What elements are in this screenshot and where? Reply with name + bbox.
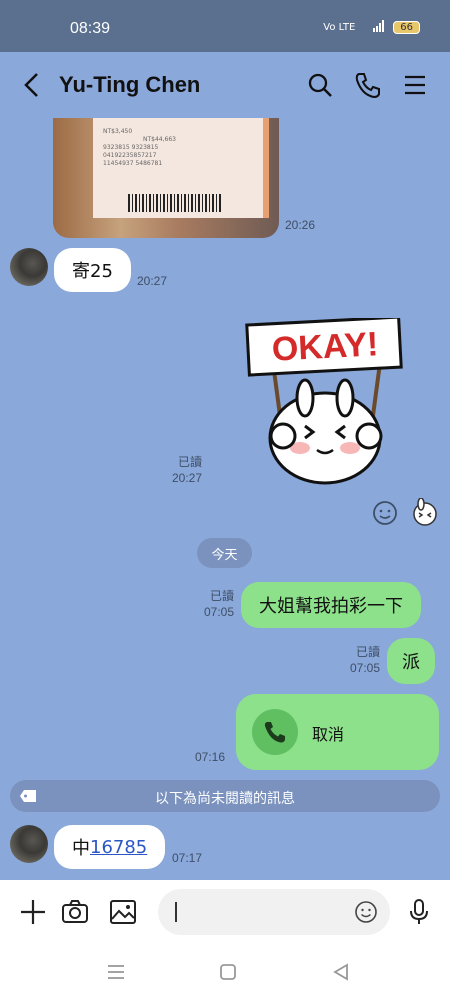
- microphone-icon: [410, 899, 428, 924]
- text-caret: [175, 902, 177, 922]
- smile-icon: [373, 501, 397, 525]
- voice-button[interactable]: [404, 897, 434, 927]
- sticker-icon: [413, 497, 437, 526]
- system-nav-bar: [0, 944, 450, 1000]
- call-button[interactable]: [352, 70, 382, 100]
- signal-icon: [363, 20, 385, 35]
- photo-message[interactable]: NT$3,450 NT$44,663 9323815 9323815 04192…: [53, 118, 279, 238]
- okay-sticker[interactable]: OKAY!: [245, 315, 405, 488]
- message-time: 20:27: [137, 274, 168, 288]
- sticker-shortcut-button[interactable]: [410, 497, 440, 528]
- outgoing-message[interactable]: 大姐幫我拍彩一下: [241, 582, 421, 628]
- message-time: 20:26: [285, 218, 316, 232]
- chevron-left-icon: [24, 73, 38, 97]
- square-icon: [220, 964, 236, 980]
- phone-number-link[interactable]: 16785: [90, 837, 147, 858]
- svg-text:OKAY!: OKAY!: [271, 325, 379, 369]
- gallery-button[interactable]: [108, 897, 138, 927]
- camera-icon: [62, 900, 88, 923]
- call-message[interactable]: 取消: [236, 694, 439, 770]
- status-bar: 08:39 Vo LTE 66: [0, 0, 450, 52]
- status-time: 08:39: [70, 20, 111, 37]
- phone-icon: [355, 73, 380, 99]
- chat-title: Yu-Ting Chen: [59, 72, 201, 97]
- home-button[interactable]: [217, 962, 239, 982]
- add-button[interactable]: [18, 897, 48, 927]
- search-button[interactable]: [305, 70, 335, 100]
- date-divider: 今天: [197, 538, 252, 568]
- back-nav-button[interactable]: [330, 962, 352, 982]
- search-icon: [308, 73, 332, 97]
- chat-header: Yu-Ting Chen: [0, 52, 450, 118]
- read-receipt: 已讀 20:27: [171, 455, 202, 485]
- receipt-photo: NT$3,450 NT$44,663 9323815 9323815 04192…: [93, 118, 269, 218]
- message-time: 07:16: [195, 750, 226, 764]
- image-icon: [110, 900, 136, 924]
- plus-icon: [21, 900, 45, 924]
- phone-icon: [252, 709, 298, 755]
- chat-area[interactable]: NT$3,450 NT$44,663 9323815 9323815 04192…: [0, 118, 450, 880]
- incoming-message[interactable]: 中 16785: [54, 825, 166, 869]
- read-receipt: 已讀 07:05: [349, 645, 380, 675]
- menu-lines-icon: [108, 965, 124, 979]
- camera-button[interactable]: [60, 897, 90, 927]
- menu-button[interactable]: [400, 70, 430, 100]
- volte-icon: Vo LTE: [323, 22, 356, 33]
- unread-divider: 以下為尚未閱讀的訊息: [10, 780, 440, 812]
- incoming-message[interactable]: 寄25: [54, 248, 131, 292]
- message-input[interactable]: [158, 889, 390, 935]
- message-input-bar: [0, 880, 450, 944]
- status-icons: Vo LTE 66: [323, 20, 420, 35]
- avatar[interactable]: [10, 825, 48, 863]
- battery-icon: 66: [393, 21, 420, 34]
- avatar[interactable]: [10, 248, 48, 286]
- recents-button[interactable]: [105, 962, 127, 982]
- barcode: [128, 194, 223, 212]
- hamburger-icon: [405, 75, 425, 95]
- call-status-label: 取消: [312, 725, 345, 744]
- message-time: 07:17: [172, 851, 203, 865]
- smile-icon: [355, 901, 377, 923]
- triangle-back-icon: [333, 963, 348, 981]
- emoji-button[interactable]: [354, 900, 378, 924]
- read-receipt: 已讀 07:05: [203, 589, 234, 619]
- outgoing-message[interactable]: 派: [387, 638, 435, 684]
- back-button[interactable]: [18, 70, 48, 100]
- emoji-reaction-button[interactable]: [372, 500, 398, 526]
